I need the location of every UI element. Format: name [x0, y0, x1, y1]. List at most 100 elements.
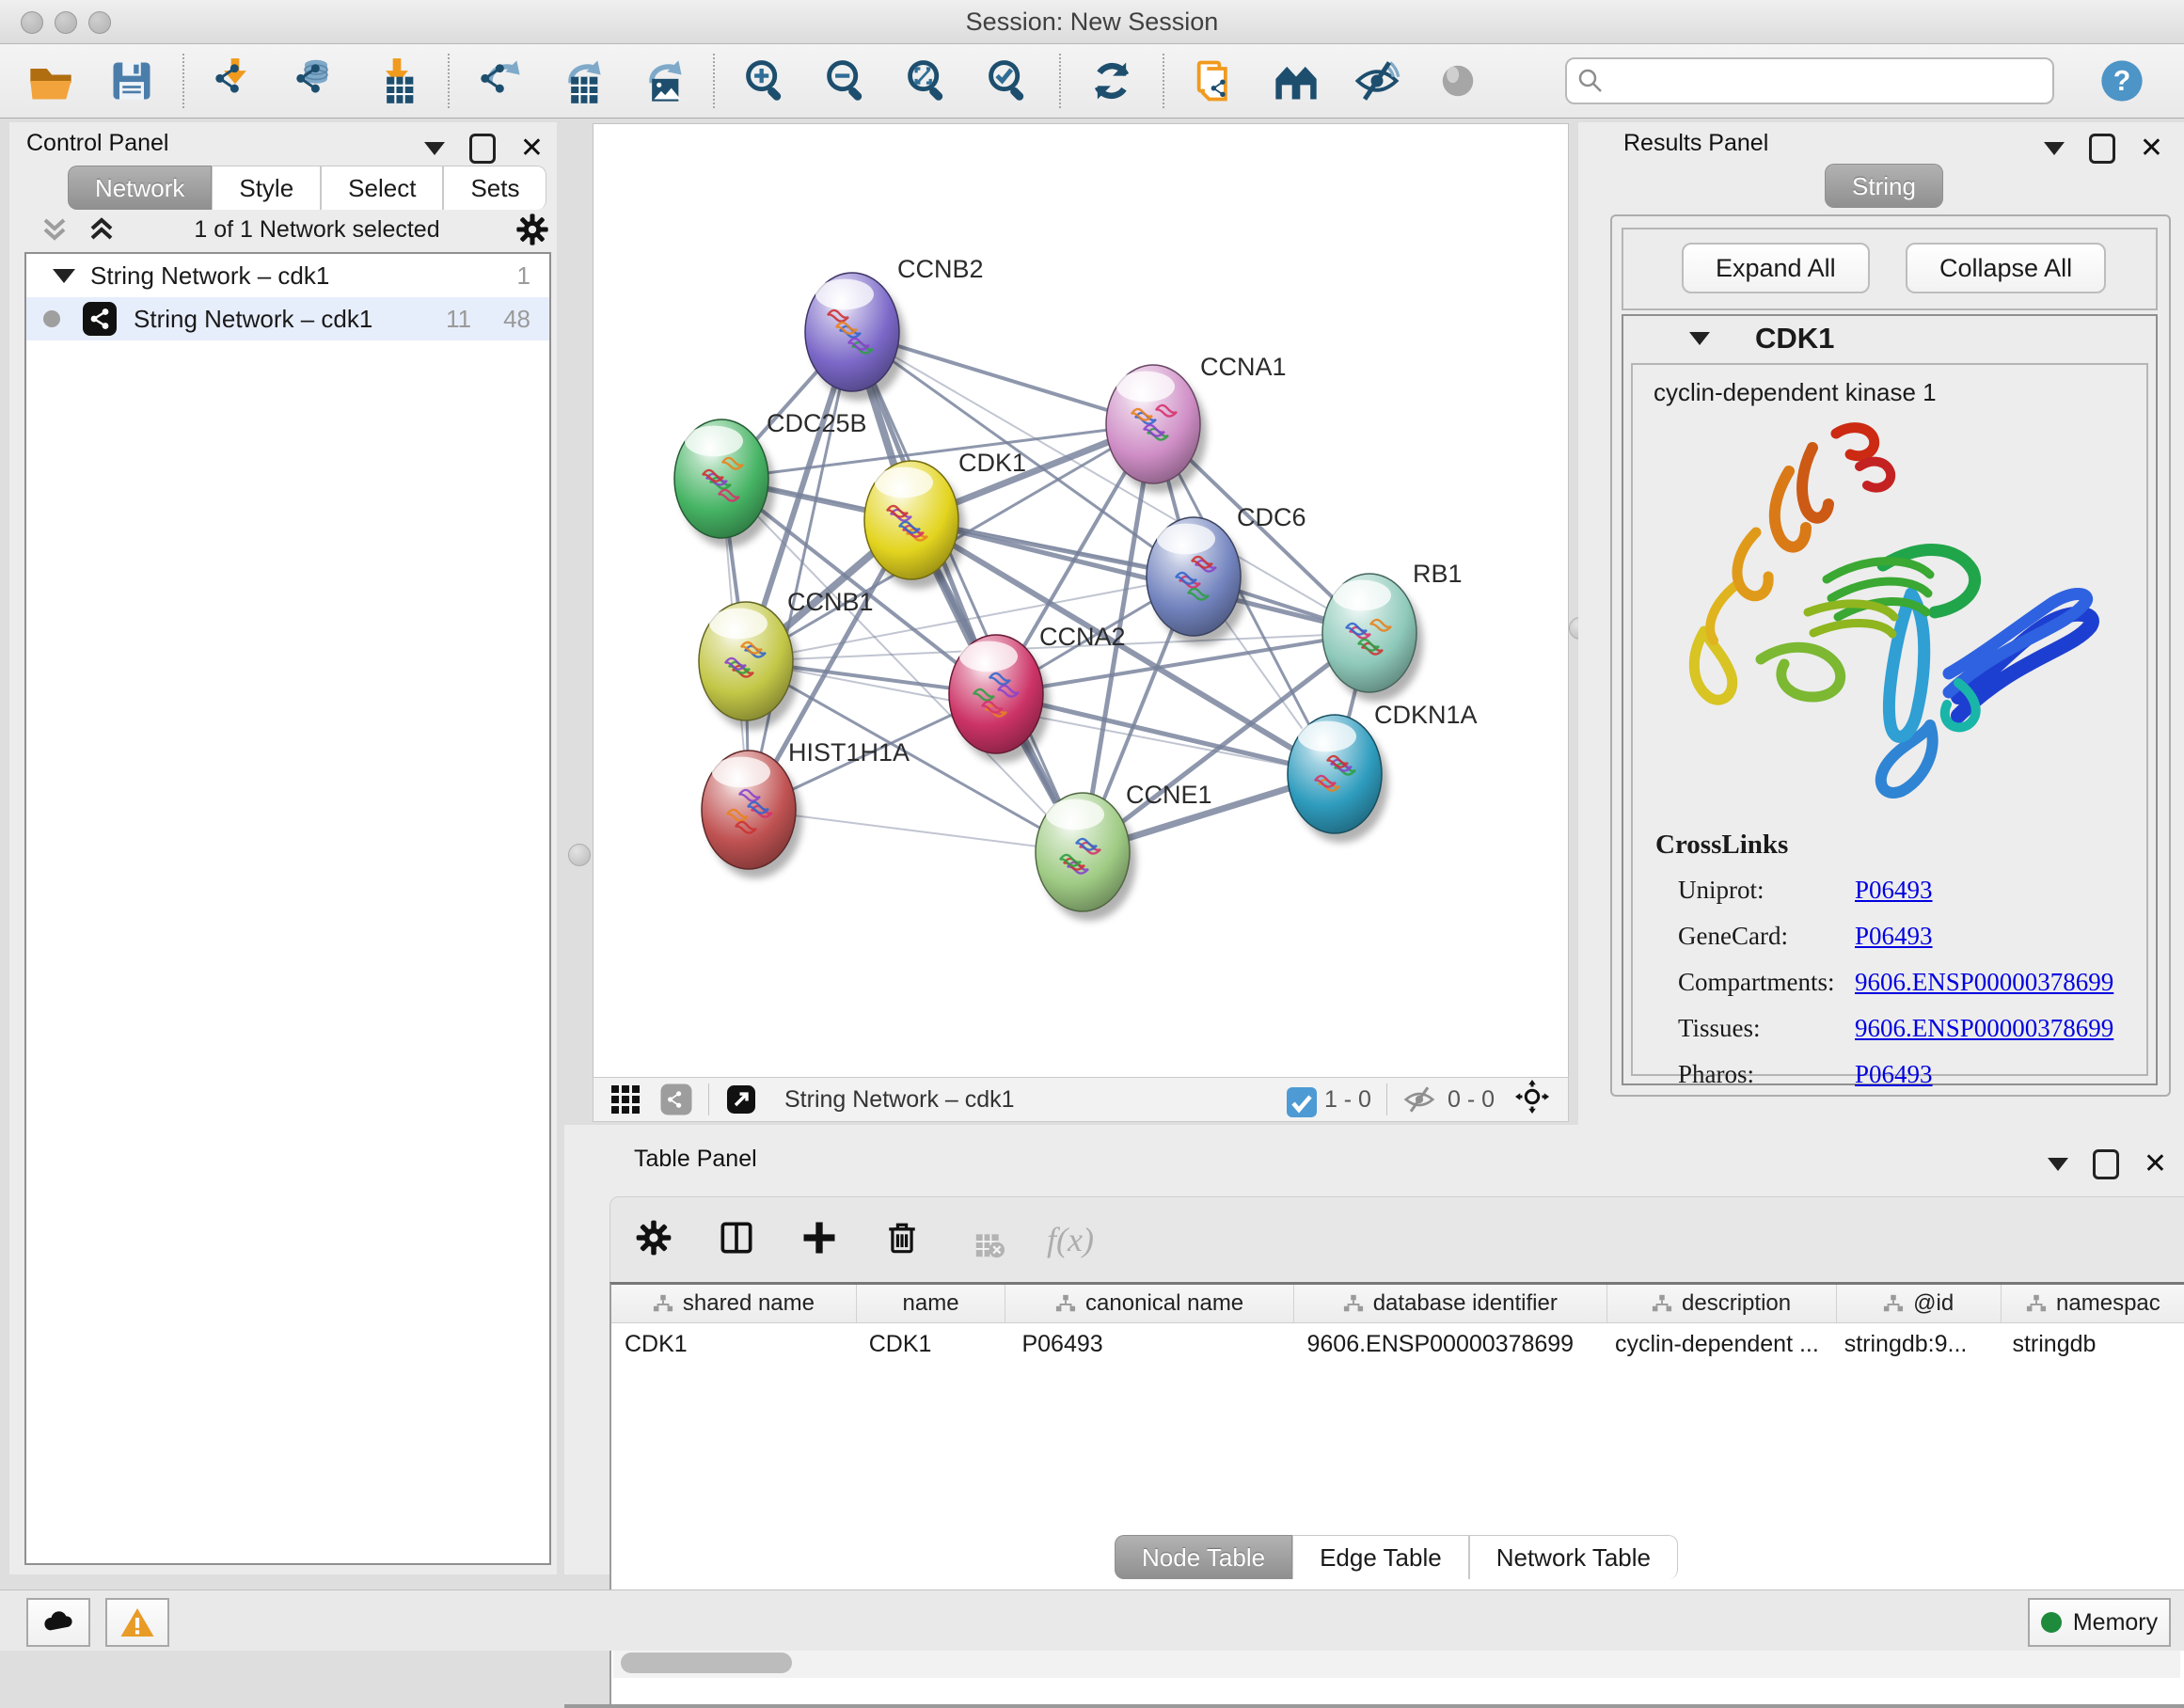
refresh-icon[interactable]	[1087, 56, 1136, 105]
export-image-icon[interactable]	[638, 56, 687, 105]
network-node-CDK1[interactable]: CDK1	[864, 449, 1026, 589]
detach-view-icon[interactable]	[724, 1083, 758, 1116]
view-string-icon[interactable]	[659, 1083, 693, 1116]
import-network-file-icon[interactable]	[211, 56, 260, 105]
zoom-out-icon[interactable]	[822, 56, 871, 105]
import-network-database-icon[interactable]	[292, 56, 340, 105]
tab-node-table[interactable]: Node Table	[1115, 1535, 1292, 1579]
show-columns-icon[interactable]	[716, 1217, 757, 1263]
crosslink-link[interactable]: P06493	[1855, 876, 1933, 905]
protein-structure-image	[1648, 415, 2137, 819]
help-icon[interactable]: ?	[2097, 56, 2146, 105]
table-panel-menu-icon[interactable]	[2048, 1158, 2068, 1171]
create-column-icon[interactable]	[799, 1217, 840, 1263]
column-header-shared-name[interactable]: shared name	[611, 1285, 857, 1322]
network-collection-row[interactable]: String Network – cdk1 1	[26, 254, 549, 297]
table-options-gear-icon[interactable]	[633, 1217, 674, 1263]
gene-section-header[interactable]: CDK1	[1623, 316, 2156, 361]
export-network-icon[interactable]	[476, 56, 525, 105]
crosslink-link[interactable]: P06493	[1855, 1060, 1933, 1089]
zoom-selected-icon[interactable]	[984, 56, 1033, 105]
collapse-all-button[interactable]: Collapse All	[1906, 243, 2106, 293]
table-panel-float-icon[interactable]	[2093, 1149, 2119, 1179]
results-panel-title: Results Panel	[1623, 130, 1768, 157]
control-panel-menu-icon[interactable]	[424, 142, 445, 155]
table-panel-close-icon[interactable]: ✕	[2144, 1152, 2167, 1177]
crosslink-label: Uniprot:	[1678, 876, 1855, 905]
export-table-icon[interactable]	[557, 56, 606, 105]
tab-network[interactable]: Network	[68, 166, 212, 210]
delete-column-icon[interactable]	[881, 1217, 923, 1263]
gene-expander-icon[interactable]	[1689, 332, 1710, 345]
crosslink-link[interactable]: 9606.ENSP00000378699	[1855, 968, 2113, 997]
expand-all-networks-icon[interactable]	[83, 211, 120, 248]
import-table-icon[interactable]	[372, 56, 421, 105]
column-header-canonical-name[interactable]: canonical name	[1005, 1285, 1294, 1322]
network-node-CCNB1[interactable]: CCNB1	[699, 588, 874, 730]
network-node-CDKN1A[interactable]: CDKN1A	[1288, 701, 1478, 843]
tab-select[interactable]: Select	[321, 166, 443, 210]
open-session-icon[interactable]	[26, 56, 75, 105]
crosslink-link[interactable]: 9606.ENSP00000378699	[1855, 1014, 2113, 1043]
collection-count: 1	[517, 261, 530, 291]
view-grid-icon[interactable]	[609, 1083, 642, 1116]
network-node-RB1[interactable]: RB1	[1322, 560, 1463, 702]
selected-items-checkbox-icon[interactable]	[1285, 1085, 1313, 1114]
network-row[interactable]: String Network – cdk1 11 48	[26, 297, 549, 340]
search-box[interactable]	[1565, 57, 2054, 104]
save-session-icon[interactable]	[107, 56, 156, 105]
network-edge-count: 48	[503, 305, 530, 334]
network-node-CCNB2[interactable]: CCNB2	[805, 255, 984, 401]
first-neighbors-icon[interactable]	[1272, 56, 1321, 105]
column-header-database-identifier[interactable]: database identifier	[1294, 1285, 1607, 1322]
column-header-namespac[interactable]: namespac	[2002, 1285, 2184, 1322]
network-node-CDC25B[interactable]: CDC25B	[674, 409, 867, 547]
fit-selected-crosshair-icon[interactable]	[1515, 1080, 1555, 1119]
network-view-toolbar: String Network – cdk1 1 - 0 0 - 0	[593, 1077, 1569, 1122]
selected-counts: 1 - 0	[1324, 1086, 1371, 1114]
column-header-description[interactable]: description	[1607, 1285, 1837, 1322]
show-all-icon[interactable]	[1433, 56, 1482, 105]
node-label-CDC6: CDC6	[1237, 503, 1306, 531]
crosslink-link[interactable]: P06493	[1855, 922, 1933, 951]
control-panel-float-icon[interactable]	[469, 134, 496, 164]
cell-namespac: stringdb	[1999, 1331, 2184, 1358]
network-node-CCNA1[interactable]: CCNA1	[1106, 353, 1287, 493]
collapse-all-networks-icon[interactable]	[36, 211, 73, 248]
clone-network-icon[interactable]	[1191, 56, 1240, 105]
results-panel-close-icon[interactable]: ✕	[2140, 136, 2163, 161]
network-options-gear-icon[interactable]	[514, 211, 551, 248]
tab-edge-table[interactable]: Edge Table	[1292, 1535, 1469, 1579]
node-label-CCNA1: CCNA1	[1200, 353, 1287, 381]
network-node-count: 11	[446, 305, 471, 334]
tab-string[interactable]: String	[1825, 164, 1943, 208]
search-input[interactable]	[1605, 67, 2043, 95]
node-label-CCNE1: CCNE1	[1126, 781, 1212, 809]
hidden-counts: 0 - 0	[1448, 1086, 1495, 1114]
tab-sets[interactable]: Sets	[443, 166, 546, 210]
column-header--id[interactable]: @id	[1837, 1285, 2002, 1322]
hide-selected-icon[interactable]	[1353, 56, 1401, 105]
network-node-HIST1H1A[interactable]: HIST1H1A	[702, 738, 910, 878]
table-row[interactable]: CDK1CDK1P064939606.ENSP00000378699cyclin…	[611, 1323, 2184, 1365]
left-splitter-handle[interactable]	[568, 844, 591, 866]
scrollbar-thumb[interactable]	[621, 1653, 792, 1673]
zoom-in-icon[interactable]	[741, 56, 790, 105]
warning-button[interactable]	[105, 1598, 169, 1647]
network-edge[interactable]	[852, 332, 1083, 852]
results-panel-float-icon[interactable]	[2089, 134, 2115, 164]
tab-style[interactable]: Style	[212, 166, 321, 210]
memory-button[interactable]: Memory	[2028, 1598, 2171, 1647]
network-node-CCNE1[interactable]: CCNE1	[1036, 781, 1212, 921]
control-panel-close-icon[interactable]: ✕	[520, 136, 544, 161]
collection-expander-icon[interactable]	[53, 269, 75, 283]
zoom-fit-icon[interactable]	[903, 56, 952, 105]
results-panel-menu-icon[interactable]	[2044, 142, 2065, 155]
tab-network-table[interactable]: Network Table	[1469, 1535, 1678, 1579]
network-canvas[interactable]: CCNB2 CCNA1 CDC25B CDK1 CDC6 RB1 CCNB1 C…	[593, 123, 1569, 1079]
network-node-CDC6[interactable]: CDC6	[1147, 503, 1306, 645]
column-header-name[interactable]: name	[857, 1285, 1005, 1322]
table-horizontal-scrollbar[interactable]	[613, 1647, 2180, 1678]
expand-all-button[interactable]: Expand All	[1682, 243, 1870, 293]
cloud-button[interactable]	[26, 1598, 90, 1647]
